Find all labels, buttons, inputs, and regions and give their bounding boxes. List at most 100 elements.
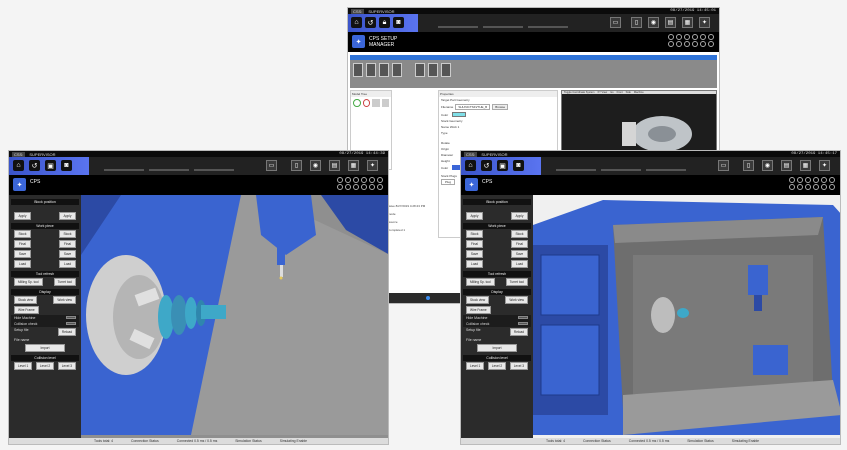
back-icon[interactable]: ↺ <box>29 160 40 171</box>
copy-icon[interactable] <box>372 99 380 107</box>
axis-buttons <box>789 177 836 190</box>
ribbon-settings-icon[interactable] <box>415 63 425 77</box>
home-icon[interactable]: ⌂ <box>351 17 362 28</box>
apply-left-button[interactable]: Apply <box>466 212 483 220</box>
load-button[interactable]: Load <box>59 260 76 268</box>
ribbon-help-icon[interactable] <box>441 63 451 77</box>
ribbon-save-icon[interactable] <box>379 63 389 77</box>
logo-icon[interactable]: ✦ <box>699 17 710 28</box>
3d-viewport[interactable] <box>533 195 840 438</box>
browse-button[interactable]: Browse <box>492 104 509 110</box>
app-logo-icon: ✦ <box>465 178 478 191</box>
work-view-button[interactable]: Work view <box>53 296 76 304</box>
stock-view-button[interactable]: Stock view <box>14 296 38 304</box>
back-icon[interactable]: ↺ <box>481 160 492 171</box>
prop-name-value[interactable]: Work 1 <box>450 125 459 129</box>
camera-icon[interactable]: ◙ <box>513 160 524 171</box>
home-icon[interactable]: ⌂ <box>465 160 476 171</box>
folder-icon[interactable]: ▦ <box>800 160 811 171</box>
screen-icon[interactable]: ▭ <box>610 17 621 28</box>
bell-icon[interactable]: ◉ <box>762 160 773 171</box>
milling-tool-button[interactable]: Milling Sp. tool <box>466 278 495 286</box>
save-button[interactable]: Save <box>59 250 76 258</box>
setup-file-label: Setup file <box>466 328 481 332</box>
level-2-button[interactable]: Level 2 <box>487 362 507 370</box>
work-view-button[interactable]: Work view <box>505 296 528 304</box>
paste-icon[interactable] <box>381 99 389 107</box>
import-button[interactable]: Import <box>477 344 517 352</box>
camera-icon[interactable]: ◙ <box>61 160 72 171</box>
sim-value: Simulating Enable <box>279 439 308 443</box>
apply-right-button[interactable]: Apply <box>511 212 528 220</box>
stock-button[interactable]: Stock <box>59 230 76 238</box>
folder-icon[interactable]: ▦ <box>682 17 693 28</box>
ribbon-new-icon[interactable] <box>353 63 363 77</box>
lock-icon[interactable]: ▣ <box>497 160 508 171</box>
final-button[interactable]: Final <box>511 240 528 248</box>
title-row: ✦ CPS SETUP MANAGER <box>348 32 719 52</box>
phone-icon[interactable]: ▯ <box>743 160 754 171</box>
home-icon[interactable]: ⌂ <box>13 160 24 171</box>
logo-icon[interactable]: ✦ <box>367 160 378 171</box>
collision-check-toggle[interactable] <box>66 322 76 325</box>
reload-button[interactable]: Reload <box>509 328 528 336</box>
axis-buttons <box>337 177 384 190</box>
remove-icon[interactable] <box>362 99 371 107</box>
milling-tool-button[interactable]: Milling Sp. tool <box>14 278 43 286</box>
ribbon-exit-icon[interactable] <box>428 63 438 77</box>
save-button[interactable]: Save <box>511 250 528 258</box>
add-entry-icon[interactable] <box>353 99 361 107</box>
hide-machine-toggle[interactable] <box>66 316 76 319</box>
wire-frame-button[interactable]: Wire Frame <box>14 306 39 314</box>
collision-check-toggle[interactable] <box>518 322 528 325</box>
stock-button[interactable]: Stock <box>14 230 31 238</box>
phone-icon[interactable]: ▯ <box>631 17 642 28</box>
ribbon-saveas-icon[interactable] <box>392 63 402 77</box>
apply-left-button[interactable]: Apply <box>14 212 31 220</box>
level-3-button[interactable]: Level 3 <box>509 362 528 370</box>
lock-icon[interactable]: ▣ <box>45 160 56 171</box>
final-button[interactable]: Final <box>14 240 31 248</box>
camera-icon[interactable]: ◙ <box>393 17 404 28</box>
lock-icon[interactable]: 🔒︎ <box>379 17 390 28</box>
color-swatch[interactable] <box>452 112 467 117</box>
final-button[interactable]: Final <box>466 240 483 248</box>
reload-button[interactable]: Reload <box>57 328 76 336</box>
stock-button[interactable]: Stock <box>466 230 483 238</box>
color2-swatch[interactable] <box>452 165 461 170</box>
bell-icon[interactable]: ◉ <box>310 160 321 171</box>
screen-icon[interactable]: ▭ <box>266 160 277 171</box>
stock-button[interactable]: Stock <box>511 230 528 238</box>
level-1-button[interactable]: Level 1 <box>14 362 33 370</box>
plug-select[interactable]: Plug <box>441 179 456 185</box>
apply-right-button[interactable]: Apply <box>59 212 76 220</box>
load-button[interactable]: Load <box>14 260 31 268</box>
import-button[interactable]: Import <box>25 344 65 352</box>
load-button[interactable]: Load <box>511 260 528 268</box>
save-button[interactable]: Save <box>466 250 483 258</box>
turret-tool-button[interactable]: Turret tool <box>53 278 76 286</box>
turret-tool-button[interactable]: Turret tool <box>505 278 528 286</box>
bell-icon[interactable]: ◉ <box>648 17 659 28</box>
load-button[interactable]: Load <box>466 260 483 268</box>
hide-machine-toggle[interactable] <box>518 316 528 319</box>
stock-view-button[interactable]: Stock view <box>466 296 490 304</box>
screen-icon[interactable]: ▭ <box>718 160 729 171</box>
level-1-button[interactable]: Level 1 <box>466 362 485 370</box>
save-button[interactable]: Save <box>14 250 31 258</box>
level-2-button[interactable]: Level 2 <box>35 362 55 370</box>
folder-icon[interactable]: ▦ <box>348 160 359 171</box>
back-icon[interactable]: ↺ <box>365 17 376 28</box>
logo-icon[interactable]: ✦ <box>819 160 830 171</box>
level-3-button[interactable]: Level 3 <box>57 362 76 370</box>
phone-icon[interactable]: ▯ <box>291 160 302 171</box>
3d-viewport[interactable] <box>81 195 388 438</box>
window-icon[interactable]: ▤ <box>665 17 676 28</box>
window-icon[interactable]: ▤ <box>781 160 792 171</box>
wire-frame-button[interactable]: Wire Frame <box>466 306 491 314</box>
window-icon[interactable]: ▤ <box>329 160 340 171</box>
ribbon-open-icon[interactable] <box>366 63 376 77</box>
final-button[interactable]: Final <box>59 240 76 248</box>
hide-machine-label: Hide Machine <box>14 316 36 320</box>
prop-filename-value[interactable]: SHUNICTSIN/THE_B <box>455 104 491 110</box>
